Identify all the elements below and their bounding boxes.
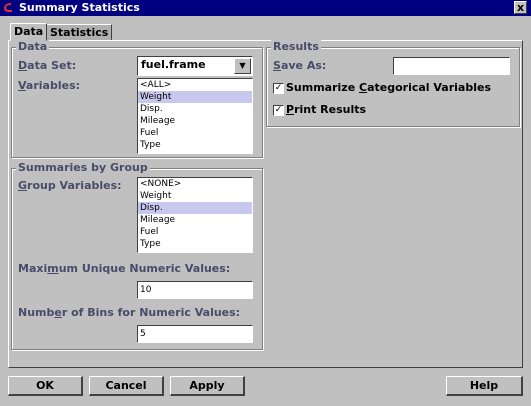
save-as-field[interactable] <box>393 57 510 75</box>
max-unique-field[interactable]: 10 <box>137 281 253 299</box>
variables-listbox[interactable]: <ALL> Weight Disp. Mileage Fuel Type <box>137 78 253 154</box>
group-variables-list-item[interactable]: Fuel <box>138 226 252 238</box>
print-results-checkbox[interactable]: ✓ <box>273 105 284 116</box>
num-bins-field[interactable]: 5 <box>137 325 253 343</box>
apply-button[interactable]: Apply <box>170 376 245 396</box>
summarize-categorical-checkbox[interactable]: ✓ <box>273 83 284 94</box>
max-unique-label: Maximum Unique Numeric Values: <box>18 262 231 275</box>
variables-list-item[interactable]: Fuel <box>138 127 252 139</box>
close-button[interactable]: x <box>514 1 527 14</box>
variables-list-item[interactable]: Mileage <box>138 115 252 127</box>
variables-label: Variables: <box>18 79 81 92</box>
dataset-combobox[interactable]: fuel.frame ▼ <box>137 56 253 76</box>
app-icon <box>4 3 12 12</box>
close-icon: x <box>516 1 525 14</box>
cancel-button[interactable]: Cancel <box>89 376 164 396</box>
group-variables-list-item[interactable]: Weight <box>138 190 252 202</box>
group-variables-listbox[interactable]: <NONE> Weight Disp. Mileage Fuel Type <box>137 177 253 253</box>
dataset-dropdown-button[interactable]: ▼ <box>234 58 251 74</box>
variables-list-item[interactable]: <ALL> <box>138 79 252 91</box>
variables-list-item[interactable]: Weight <box>138 91 252 103</box>
window-title: Summary Statistics <box>19 1 140 14</box>
check-icon: ✓ <box>274 83 283 93</box>
group-variables-list-item[interactable]: Type <box>138 238 252 250</box>
check-icon: ✓ <box>274 105 283 115</box>
summarize-categorical-label[interactable]: Summarize Categorical Variables <box>286 81 491 94</box>
tab-statistics[interactable]: Statistics <box>46 24 113 40</box>
ok-button[interactable]: OK <box>8 376 83 396</box>
save-as-label: Save As: <box>273 59 327 72</box>
tab-data[interactable]: Data <box>10 23 48 41</box>
group-variables-list-item[interactable]: <NONE> <box>138 178 252 190</box>
title-bar: Summary Statistics x <box>0 0 531 16</box>
dataset-label: Data Set: <box>18 59 77 72</box>
num-bins-value: 5 <box>140 329 146 339</box>
results-group-legend: Results <box>271 40 321 54</box>
num-bins-label: Number of Bins for Numeric Values: <box>18 306 241 319</box>
variables-list-item[interactable]: Type <box>138 139 252 151</box>
summaries-group-legend: Summaries by Group <box>16 161 150 175</box>
group-variables-list-item[interactable]: Mileage <box>138 214 252 226</box>
max-unique-value: 10 <box>140 285 152 295</box>
variables-list-item[interactable]: Disp. <box>138 103 252 115</box>
data-group-legend: Data <box>16 40 50 54</box>
help-button[interactable]: Help <box>446 376 523 396</box>
dataset-value: fuel.frame <box>141 58 206 71</box>
group-variables-label: Group Variables: <box>18 179 122 192</box>
print-results-label[interactable]: Print Results <box>286 103 366 116</box>
chevron-down-icon: ▼ <box>239 61 246 70</box>
group-variables-list-item[interactable]: Disp. <box>138 202 252 214</box>
